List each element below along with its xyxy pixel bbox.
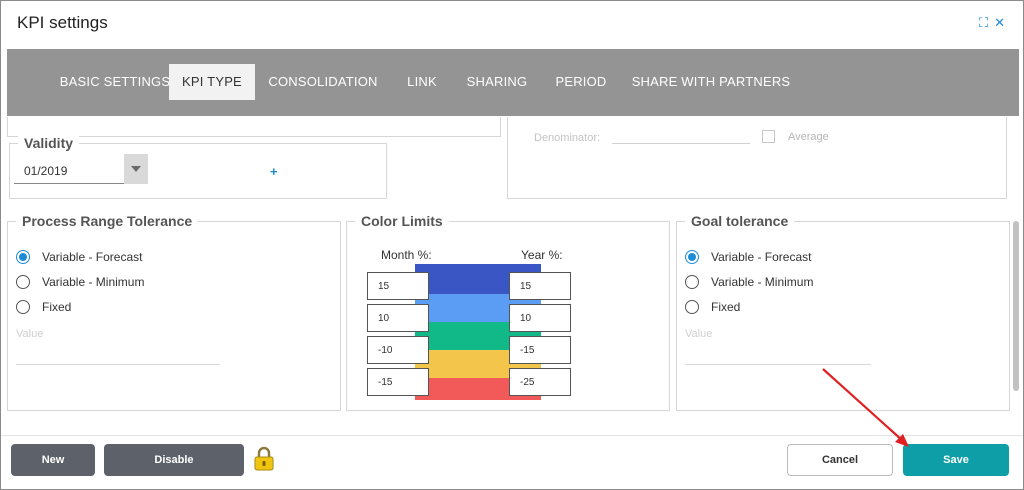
radio-label: Fixed [711, 300, 741, 314]
denominator-panel: Denominator: Average [507, 117, 1007, 199]
new-button[interactable]: New [11, 444, 95, 476]
annotation-arrow-icon [822, 368, 909, 447]
tab-kpi-type[interactable]: KPI TYPE [169, 64, 255, 100]
denominator-label: Denominator: [534, 132, 601, 144]
process-range-tolerance-legend: Process Range Tolerance [16, 213, 199, 229]
year-limit-input-3[interactable]: -15 [509, 336, 571, 364]
average-checkbox[interactable] [762, 130, 775, 143]
radio-checked-icon [16, 250, 30, 264]
radio-unchecked-icon [16, 275, 30, 289]
tab-period[interactable]: PERIOD [551, 64, 611, 100]
goal-tolerance-legend: Goal tolerance [685, 213, 795, 229]
tab-link[interactable]: LINK [397, 64, 447, 100]
close-icon[interactable]: ✕ [994, 16, 1005, 30]
tab-consolidation[interactable]: CONSOLIDATION [267, 64, 379, 100]
radio-unchecked-icon [685, 275, 699, 289]
radio-label: Variable - Minimum [42, 275, 145, 289]
goal-option-variable-minimum[interactable]: Variable - Minimum [685, 275, 813, 289]
month-limit-input-2[interactable]: 10 [367, 304, 429, 332]
add-validity-icon[interactable]: + [270, 164, 278, 179]
process-range-tolerance-panel: Process Range Tolerance Variable - Forec… [7, 213, 341, 411]
tab-bar: BASIC SETTINGS KPI TYPE CONSOLIDATION LI… [7, 49, 1019, 116]
dialog-title: KPI settings [17, 13, 108, 32]
goal-option-variable-forecast[interactable]: Variable - Forecast [685, 250, 811, 264]
radio-checked-icon [685, 250, 699, 264]
denominator-input[interactable] [612, 143, 750, 144]
color-limits-panel: Color Limits Month %: Year %: 15 10 -10 … [346, 213, 670, 411]
kpi-settings-dialog: KPI settings ⛶ ✕ BASIC SETTINGS KPI TYPE… [0, 0, 1024, 490]
tab-sharing[interactable]: SHARING [463, 64, 531, 100]
maximize-icon[interactable]: ⛶ [979, 16, 988, 30]
window-controls: ⛶ ✕ [979, 16, 1005, 30]
radio-label: Variable - Minimum [711, 275, 814, 289]
content-scrollbar[interactable] [1013, 117, 1019, 435]
average-label: Average [788, 131, 829, 143]
month-limit-input-3[interactable]: -10 [367, 336, 429, 364]
radio-label: Fixed [42, 300, 72, 314]
prt-option-variable-forecast[interactable]: Variable - Forecast [16, 250, 142, 264]
tab-share-with-partners[interactable]: SHARE WITH PARTNERS [631, 64, 791, 100]
validity-input[interactable]: 01/2019 [14, 158, 124, 184]
radio-unchecked-icon [685, 300, 699, 314]
goal-option-fixed[interactable]: Fixed [685, 300, 740, 314]
upper-panel-partial [7, 117, 501, 137]
radio-label: Variable - Forecast [711, 250, 812, 264]
radio-unchecked-icon [16, 300, 30, 314]
year-percent-label: Year %: [521, 248, 563, 262]
prt-value-input[interactable] [16, 364, 220, 365]
scrollbar-thumb[interactable] [1013, 221, 1019, 391]
save-button[interactable]: Save [903, 444, 1009, 476]
month-limit-input-4[interactable]: -15 [367, 368, 429, 396]
validity-legend: Validity [18, 135, 80, 151]
lock-icon[interactable] [253, 446, 275, 472]
prt-option-fixed[interactable]: Fixed [16, 300, 71, 314]
validity-dropdown-button[interactable] [124, 154, 148, 184]
chevron-down-icon [131, 166, 141, 172]
month-limit-input-1[interactable]: 15 [367, 272, 429, 300]
year-limit-input-1[interactable]: 15 [509, 272, 571, 300]
goal-value-label: Value [685, 328, 713, 340]
year-limit-input-4[interactable]: -25 [509, 368, 571, 396]
color-limits-legend: Color Limits [355, 213, 449, 229]
disable-button[interactable]: Disable [104, 444, 244, 476]
title-bar: KPI settings ⛶ ✕ [1, 1, 1023, 47]
year-limit-input-2[interactable]: 10 [509, 304, 571, 332]
prt-value-label: Value [16, 328, 44, 340]
month-percent-label: Month %: [381, 248, 432, 262]
prt-option-variable-minimum[interactable]: Variable - Minimum [16, 275, 144, 289]
radio-label: Variable - Forecast [42, 250, 143, 264]
validity-panel: Validity 01/2019 + [9, 135, 387, 199]
